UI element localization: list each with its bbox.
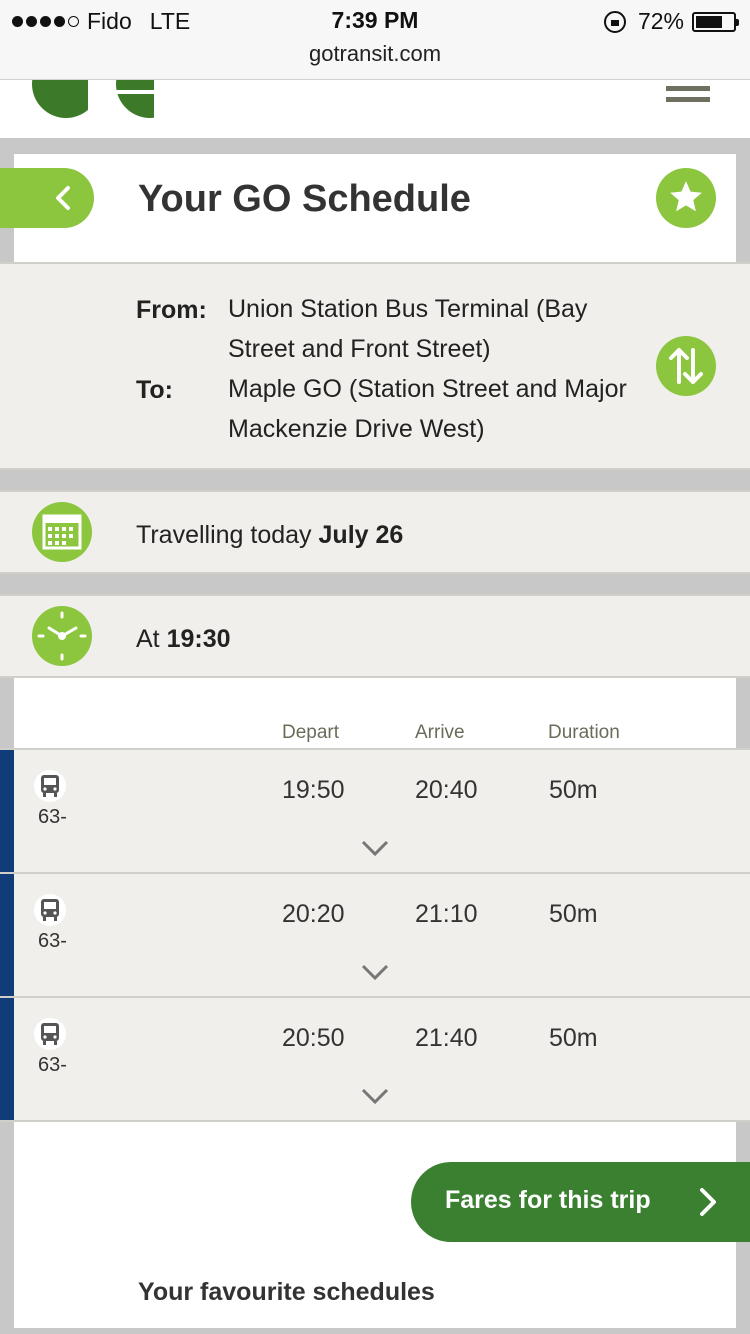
rotation-lock-icon: [603, 10, 626, 33]
column-depart: Depart: [282, 722, 340, 743]
battery-percent: 72%: [637, 8, 684, 34]
route-stripe: [0, 874, 14, 996]
from-label: From:: [136, 296, 207, 324]
status-bar: Fido LTE 7:39 PM 72% gotransit.com: [0, 0, 750, 80]
url-bar[interactable]: gotransit.com: [0, 41, 750, 67]
trip-duration: 50m: [549, 776, 598, 804]
chevron-left-icon: [56, 186, 70, 210]
chevron-down-icon[interactable]: [360, 962, 390, 982]
route-number: 63-: [38, 930, 67, 952]
status-right: 72%: [603, 8, 739, 35]
trip-row[interactable]: 63- 20:50 21:40 50m: [0, 996, 750, 1120]
go-transit-logo[interactable]: [32, 80, 154, 118]
trip-row[interactable]: 63- 20:20 21:10 50m: [0, 872, 750, 996]
page-title: Your GO Schedule: [138, 178, 471, 220]
travel-date[interactable]: Travelling today July 26: [136, 521, 403, 550]
swap-route-button[interactable]: [656, 336, 716, 396]
travel-time[interactable]: At 19:30: [136, 625, 231, 654]
route-stripe: [0, 998, 14, 1120]
to-label: To:: [136, 376, 174, 404]
trip-duration: 50m: [549, 900, 598, 928]
chevron-down-icon[interactable]: [360, 1086, 390, 1106]
route-number: 63-: [38, 1054, 67, 1076]
depart-time: 20:50: [282, 1024, 345, 1052]
from-value-line1: Union Station Bus Terminal (Bay: [228, 295, 588, 323]
calendar-icon[interactable]: [32, 502, 92, 562]
chevron-down-icon[interactable]: [360, 838, 390, 858]
travel-date-value: July 26: [318, 521, 404, 549]
site-header: [0, 80, 750, 138]
column-duration: Duration: [548, 722, 620, 743]
divider: [0, 1120, 750, 1122]
time-row[interactable]: [0, 594, 750, 678]
depart-time: 19:50: [282, 776, 345, 804]
travel-date-prefix: Travelling today: [136, 521, 312, 549]
route-number: 63-: [38, 806, 67, 828]
bus-icon: [34, 1018, 66, 1050]
battery-icon: [692, 11, 739, 32]
arrive-time: 21:10: [415, 900, 478, 928]
to-value-line2: Mackenzie Drive West): [228, 415, 485, 443]
fares-button[interactable]: Fares for this trip: [411, 1162, 750, 1242]
swap-vertical-icon: [669, 348, 703, 384]
route-stripe: [0, 750, 14, 872]
bus-icon: [34, 770, 66, 802]
trip-row[interactable]: 63- 19:50 20:40 50m: [0, 748, 750, 872]
fares-button-label: Fares for this trip: [445, 1186, 651, 1214]
to-value-line1: Maple GO (Station Street and Major: [228, 375, 627, 403]
travel-time-value: 19:30: [166, 625, 231, 653]
favourite-schedules-heading: Your favourite schedules: [138, 1278, 435, 1306]
favorite-button[interactable]: [656, 168, 716, 228]
back-button[interactable]: [0, 168, 94, 228]
column-arrive: Arrive: [415, 722, 465, 743]
clock-icon[interactable]: [32, 606, 92, 666]
star-icon: [670, 181, 702, 212]
hamburger-menu-icon[interactable]: [666, 86, 710, 108]
travel-time-prefix: At: [136, 625, 160, 653]
chevron-right-icon: [700, 1188, 716, 1216]
bus-icon: [34, 894, 66, 926]
depart-time: 20:20: [282, 900, 345, 928]
trip-duration: 50m: [549, 1024, 598, 1052]
from-value-line2: Street and Front Street): [228, 335, 491, 363]
arrive-time: 21:40: [415, 1024, 478, 1052]
arrive-time: 20:40: [415, 776, 478, 804]
